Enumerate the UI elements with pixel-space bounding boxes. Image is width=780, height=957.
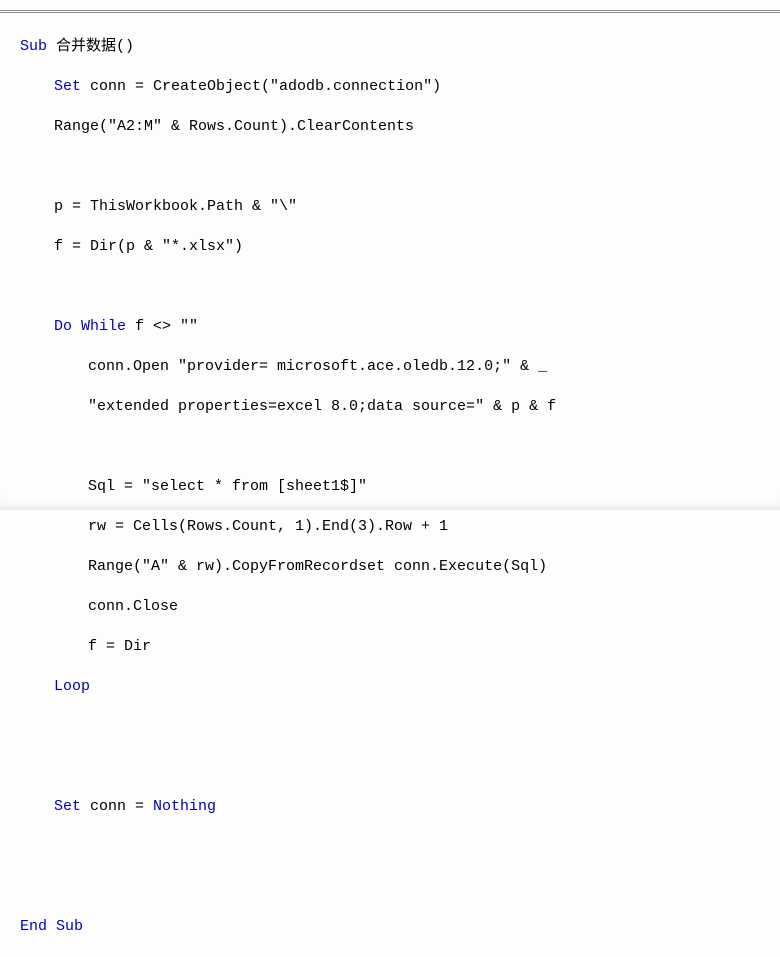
code-line: Set conn = Nothing: [20, 797, 780, 817]
code-line: Sub 合并数据(): [20, 37, 780, 57]
code-text: conn.Open "provider= microsoft.ace.oledb…: [88, 358, 547, 375]
code-line: f = Dir: [20, 637, 780, 657]
code-text: f = Dir(p & "*.xlsx"): [54, 238, 243, 255]
bottom-shadow: [0, 490, 780, 510]
code-line: Do While f <> "": [20, 317, 780, 337]
code-text: 合并数据(): [47, 38, 134, 55]
code-text: Range("A2:M" & Rows.Count).ClearContents: [54, 118, 414, 135]
code-line: Set conn = CreateObject("adodb.connectio…: [20, 77, 780, 97]
code-line: Range("A" & rw).CopyFromRecordset conn.E…: [20, 557, 780, 577]
code-text: rw = Cells(Rows.Count, 1).End(3).Row + 1: [88, 518, 448, 535]
code-line: rw = Cells(Rows.Count, 1).End(3).Row + 1: [20, 517, 780, 537]
blank-line: [20, 877, 780, 897]
code-line: p = ThisWorkbook.Path & "\": [20, 197, 780, 217]
keyword-set: Set: [54, 78, 81, 95]
blank-line: [20, 837, 780, 857]
keyword-loop: Loop: [54, 678, 90, 695]
code-line: End Sub: [20, 917, 780, 937]
keyword-do: Do: [54, 318, 72, 335]
code-text: f = Dir: [88, 638, 151, 655]
blank-line: [20, 277, 780, 297]
code-line: "extended properties=excel 8.0;data sour…: [20, 397, 780, 417]
code-text: "extended properties=excel 8.0;data sour…: [88, 398, 556, 415]
blank-line: [20, 717, 780, 737]
keyword-end-sub: End Sub: [20, 918, 83, 935]
code-line: Loop: [20, 677, 780, 697]
blank-line: [20, 437, 780, 457]
code-line: conn.Close: [20, 597, 780, 617]
code-line: f = Dir(p & "*.xlsx"): [20, 237, 780, 257]
top-divider: [0, 10, 780, 13]
code-text: [72, 318, 81, 335]
code-text: conn = CreateObject("adodb.connection"): [81, 78, 441, 95]
keyword-nothing: Nothing: [153, 798, 216, 815]
code-block: Sub 合并数据() Set conn = CreateObject("adod…: [0, 17, 780, 957]
code-text: p = ThisWorkbook.Path & "\": [54, 198, 297, 215]
code-line: Range("A2:M" & Rows.Count).ClearContents: [20, 117, 780, 137]
keyword-sub: Sub: [20, 38, 47, 55]
keyword-set: Set: [54, 798, 81, 815]
blank-line: [20, 157, 780, 177]
blank-line: [20, 757, 780, 777]
code-text: conn.Close: [88, 598, 178, 615]
keyword-while: While: [81, 318, 126, 335]
code-text: f <> "": [126, 318, 198, 335]
code-line: conn.Open "provider= microsoft.ace.oledb…: [20, 357, 780, 377]
code-text: Range("A" & rw).CopyFromRecordset conn.E…: [88, 558, 547, 575]
code-text: conn =: [81, 798, 153, 815]
